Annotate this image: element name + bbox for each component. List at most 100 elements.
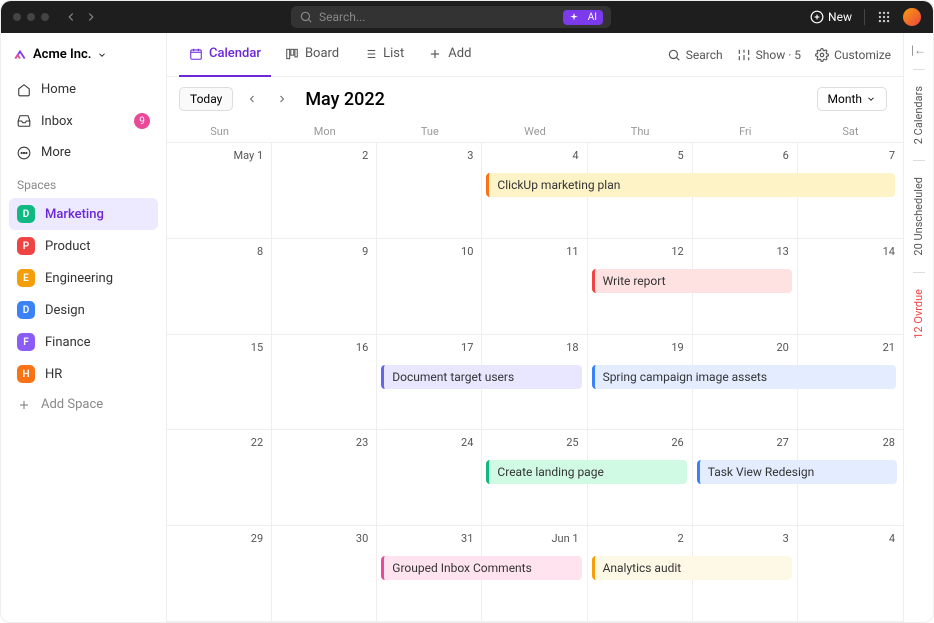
plus-icon	[17, 398, 31, 412]
calendar-cell[interactable]: 19Spring campaign image assets	[588, 335, 693, 431]
rail-unscheduled[interactable]: 20 Unscheduled	[912, 173, 925, 260]
space-badge-icon: F	[17, 333, 35, 351]
apps-grid-icon[interactable]	[877, 10, 891, 24]
nav-home[interactable]: Home	[9, 74, 158, 105]
day-header: Fri	[693, 121, 798, 142]
forward-button[interactable]	[81, 7, 101, 27]
calendar-cell[interactable]: 2Analytics audit	[588, 526, 693, 622]
space-item-engineering[interactable]: EEngineering	[9, 262, 158, 294]
space-item-product[interactable]: PProduct	[9, 230, 158, 262]
calendar-cell[interactable]: 8	[167, 239, 272, 335]
cell-date: 7	[889, 149, 895, 162]
range-dropdown[interactable]: Month	[817, 87, 887, 111]
space-item-finance[interactable]: F Finance	[9, 326, 158, 358]
space-label: HR	[45, 367, 62, 382]
cell-date: May 1	[234, 149, 264, 162]
day-header: Wed	[482, 121, 587, 142]
nav-inbox[interactable]: Inbox 9	[9, 105, 158, 137]
jump-to-start-button[interactable]: |←	[911, 43, 926, 57]
space-badge-icon: D	[17, 205, 35, 223]
event[interactable]: Spring campaign image assets	[592, 365, 896, 389]
user-avatar[interactable]	[903, 8, 921, 26]
cell-date: 15	[251, 341, 263, 354]
month-title: May 2022	[305, 89, 385, 110]
event[interactable]: Task View Redesign	[697, 460, 897, 484]
calendar-cell[interactable]: 3	[377, 143, 482, 239]
workspace-switcher[interactable]: Acme Inc.	[9, 41, 158, 68]
space-label: Marketing	[45, 207, 104, 222]
cell-date: 4	[889, 532, 895, 545]
calendar-cell[interactable]: 12Write report	[588, 239, 693, 335]
calendar-cell[interactable]: May 1	[167, 143, 272, 239]
view-search-button[interactable]: Search	[667, 48, 723, 62]
next-month-button[interactable]	[271, 88, 293, 110]
space-label: Engineering	[45, 271, 113, 286]
day-header: Thu	[588, 121, 693, 142]
rail-overdue[interactable]: 12 Ovrdue	[912, 285, 925, 343]
space-badge-icon: H	[17, 365, 35, 383]
view-tab-board[interactable]: Board	[275, 33, 349, 77]
prev-month-button[interactable]	[241, 88, 263, 110]
calendar-cell[interactable]: 14	[798, 239, 903, 335]
view-tab-calendar[interactable]: Calendar	[179, 33, 271, 77]
calendar-cell[interactable]: 2	[272, 143, 377, 239]
plus-icon	[428, 47, 442, 61]
event[interactable]: ClickUp marketing plan	[486, 173, 895, 197]
list-icon	[363, 47, 377, 61]
calendar-cell[interactable]: 4	[798, 526, 903, 622]
today-button[interactable]: Today	[179, 87, 233, 111]
event[interactable]: Analytics audit	[592, 556, 792, 580]
new-button[interactable]: New	[810, 10, 852, 24]
cell-date: 28	[883, 436, 895, 449]
add-view-button[interactable]: Add	[418, 33, 481, 77]
event[interactable]: Grouped Inbox Comments	[381, 556, 581, 580]
event[interactable]: Document target users	[381, 365, 581, 389]
chevron-down-icon	[866, 94, 876, 104]
cell-date: 21	[883, 341, 895, 354]
calendar-cell[interactable]: 24	[377, 430, 482, 526]
space-label: Finance	[45, 335, 90, 350]
space-item-design[interactable]: DDesign	[9, 294, 158, 326]
calendar-cell[interactable]: 25Create landing page	[482, 430, 587, 526]
calendar-cell[interactable]: 27Task View Redesign	[693, 430, 798, 526]
search-icon	[299, 10, 313, 24]
chevron-down-icon	[97, 50, 107, 60]
spaces-section-label: Spaces	[9, 168, 158, 198]
calendar-cell[interactable]: 31Grouped Inbox Comments	[377, 526, 482, 622]
calendar-cell[interactable]: 22	[167, 430, 272, 526]
view-tab-list[interactable]: List	[353, 33, 414, 77]
show-dropdown[interactable]: Show · 5	[737, 48, 801, 62]
cell-date: 10	[461, 245, 473, 258]
add-space-button[interactable]: Add Space	[9, 390, 158, 419]
cell-date: 18	[566, 341, 578, 354]
ai-badge[interactable]: AI	[563, 10, 603, 25]
workspace-logo-icon	[13, 48, 27, 62]
event[interactable]: Write report	[592, 269, 792, 293]
space-item-marketing[interactable]: D Marketing	[9, 198, 158, 230]
cell-date: 12	[671, 245, 683, 258]
cell-date: 5	[678, 149, 684, 162]
window-dot	[13, 13, 21, 21]
space-item-hr[interactable]: H HR	[9, 358, 158, 390]
space-badge-icon: P	[17, 237, 35, 255]
event[interactable]: Create landing page	[486, 460, 686, 484]
cell-date: 31	[461, 532, 473, 545]
space-label: Design	[45, 303, 85, 318]
calendar-cell[interactable]: 16	[272, 335, 377, 431]
calendar-cell[interactable]: 15	[167, 335, 272, 431]
calendar-cell[interactable]: 17Document target users	[377, 335, 482, 431]
plus-circle-icon	[810, 10, 824, 24]
calendar-cell[interactable]: 4ClickUp marketing plan	[482, 143, 587, 239]
back-button[interactable]	[61, 7, 81, 27]
customize-button[interactable]: Customize	[815, 48, 891, 62]
calendar-cell[interactable]: 9	[272, 239, 377, 335]
calendar-cell[interactable]: 10	[377, 239, 482, 335]
calendar-cell[interactable]: 23	[272, 430, 377, 526]
calendar-cell[interactable]: 30	[272, 526, 377, 622]
nav-more[interactable]: More	[9, 137, 158, 168]
calendar-cell[interactable]: 11	[482, 239, 587, 335]
rail-calendars[interactable]: 2 Calendars	[912, 82, 925, 148]
cell-date: 14	[883, 245, 895, 258]
global-search[interactable]: Search... AI	[291, 6, 611, 28]
calendar-cell[interactable]: 29	[167, 526, 272, 622]
